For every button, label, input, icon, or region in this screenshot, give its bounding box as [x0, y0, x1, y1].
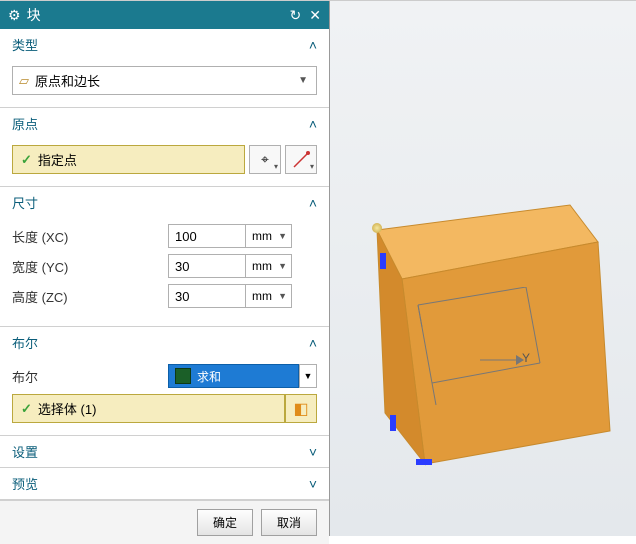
- inferred-point-button[interactable]: ▾: [285, 145, 317, 174]
- section-type: 类型 ˄ ▱ 原点和边长 ▼: [0, 29, 329, 108]
- chevron-up-icon: ˄: [309, 335, 317, 351]
- chevron-down-icon: ▼: [278, 291, 287, 301]
- edge-handle[interactable]: [390, 415, 396, 431]
- line-icon: [292, 151, 310, 169]
- boolean-value: 求和: [197, 368, 221, 385]
- edge-handle[interactable]: [416, 459, 432, 465]
- length-input[interactable]: [168, 224, 246, 248]
- section-settings-title: 设置: [12, 442, 38, 461]
- cube-outline-icon: ▱: [19, 73, 29, 89]
- chevron-down-icon: ▾: [310, 162, 314, 171]
- dialog-button-bar: 确定 取消: [0, 500, 329, 544]
- length-label: 长度 (XC): [12, 227, 168, 246]
- chevron-down-icon: ▾: [274, 162, 278, 171]
- vertex-handle[interactable]: [372, 223, 382, 233]
- section-boolean-title: 布尔: [12, 333, 38, 352]
- check-icon: ✓: [21, 152, 32, 168]
- dialog-title: 块: [27, 5, 41, 25]
- height-input[interactable]: [168, 284, 246, 308]
- solid-body-button[interactable]: ◧: [285, 394, 317, 423]
- section-size-header[interactable]: 尺寸 ˄: [0, 187, 329, 218]
- type-value: 原点和边长: [35, 71, 100, 90]
- type-dropdown[interactable]: ▱ 原点和边长 ▼: [12, 66, 317, 95]
- chevron-down-icon: ▼: [278, 261, 287, 271]
- section-origin-title: 原点: [12, 114, 38, 133]
- width-unit-dropdown[interactable]: mm▼: [246, 254, 292, 278]
- cancel-button[interactable]: 取消: [261, 509, 317, 536]
- height-unit-dropdown[interactable]: mm▼: [246, 284, 292, 308]
- section-origin: 原点 ˄ ✓ 指定点 ⌖ ▾ ▾: [0, 108, 329, 187]
- height-label: 高度 (ZC): [12, 287, 168, 306]
- boolean-dropdown[interactable]: 求和: [168, 364, 299, 388]
- chevron-up-icon: ˄: [309, 116, 317, 132]
- chevron-down-icon: ▼: [298, 75, 308, 86]
- ok-button[interactable]: 确定: [197, 509, 253, 536]
- feature-dialog: ⚙ 块 ↻ ✕ 类型 ˄ ▱ 原点和边长 ▼ 原点 ˄ ✓ 指定点: [0, 1, 330, 536]
- boolean-label: 布尔: [12, 367, 168, 386]
- section-origin-header[interactable]: 原点 ˄: [0, 108, 329, 139]
- section-boolean: 布尔 ˄ 布尔 求和 ▼ ✓ 选择体 (1) ◧: [0, 327, 329, 436]
- crosshair-icon: ⌖: [261, 151, 269, 168]
- section-type-title: 类型: [12, 35, 38, 54]
- specify-point-field[interactable]: ✓ 指定点: [12, 145, 245, 174]
- width-input[interactable]: [168, 254, 246, 278]
- section-type-header[interactable]: 类型 ˄: [0, 29, 329, 60]
- 3d-viewport[interactable]: Y: [330, 1, 636, 536]
- width-label: 宽度 (YC): [12, 257, 168, 276]
- section-preview: 预览 ˅: [0, 468, 329, 500]
- point-constructor-button[interactable]: ⌖ ▾: [249, 145, 281, 174]
- chevron-up-icon: ˄: [309, 37, 317, 53]
- solid-preview: [330, 1, 636, 536]
- dialog-titlebar: ⚙ 块 ↻ ✕: [0, 1, 329, 29]
- section-size-title: 尺寸: [12, 193, 38, 212]
- section-settings-header[interactable]: 设置 ˅: [0, 436, 329, 467]
- select-body-field[interactable]: ✓ 选择体 (1): [12, 394, 285, 423]
- unite-icon: [175, 368, 191, 384]
- specify-point-label: 指定点: [38, 150, 77, 169]
- edge-handle[interactable]: [380, 253, 386, 269]
- boolean-dropdown-arrow[interactable]: ▼: [299, 364, 317, 388]
- section-settings: 设置 ˅: [0, 436, 329, 468]
- chevron-up-icon: ˄: [309, 195, 317, 211]
- solid-cube-icon: ◧: [293, 399, 308, 419]
- chevron-down-icon: ▼: [278, 231, 287, 241]
- section-preview-header[interactable]: 预览 ˅: [0, 468, 329, 499]
- close-icon[interactable]: ✕: [309, 7, 321, 24]
- section-boolean-header[interactable]: 布尔 ˄: [0, 327, 329, 358]
- select-body-label: 选择体 (1): [38, 399, 97, 418]
- reset-icon[interactable]: ↻: [290, 7, 302, 24]
- section-preview-title: 预览: [12, 474, 38, 493]
- section-size: 尺寸 ˄ 长度 (XC) mm▼ 宽度 (YC) mm▼ 高度 (ZC) mm▼: [0, 187, 329, 327]
- length-unit-dropdown[interactable]: mm▼: [246, 224, 292, 248]
- chevron-down-icon: ˅: [309, 476, 317, 492]
- axis-y-arrow: [480, 353, 524, 367]
- gear-icon: ⚙: [8, 7, 21, 24]
- check-icon: ✓: [21, 401, 32, 417]
- chevron-down-icon: ▼: [304, 371, 313, 381]
- chevron-down-icon: ˅: [309, 444, 317, 460]
